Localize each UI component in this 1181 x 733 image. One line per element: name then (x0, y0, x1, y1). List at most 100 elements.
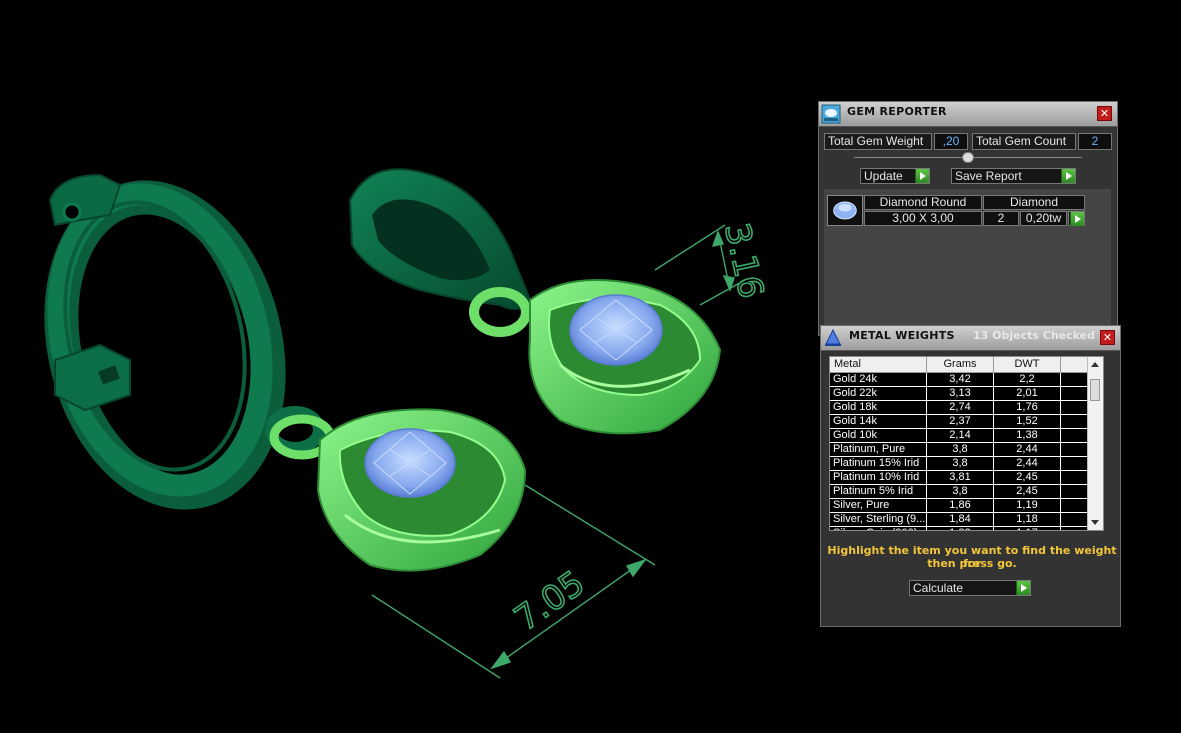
cell-extra (1061, 373, 1088, 386)
table-row[interactable]: Gold 24k 3,42 2,2 (830, 373, 1088, 387)
column-header-dwt[interactable]: DWT (994, 357, 1061, 372)
table-row[interactable]: Platinum 5% Irid 3,8 2,45 (830, 485, 1088, 499)
metal-weights-titlebar[interactable]: METAL WEIGHTS 13 Objects Checked ✕ (821, 326, 1120, 351)
cell-grams: 3,81 (927, 471, 994, 484)
calculate-button[interactable]: Calculate (909, 580, 1031, 596)
cell-grams: 3,13 (927, 387, 994, 400)
gem-material: Diamond (983, 195, 1085, 210)
cell-grams: 3,8 (927, 457, 994, 470)
table-row[interactable]: Gold 18k 2,74 1,76 (830, 401, 1088, 415)
gem-list-item[interactable]: Diamond Round Diamond 3,00 X 3,00 2 0,20… (827, 195, 1097, 228)
table-row[interactable]: Silver, Pure 1,86 1,19 (830, 499, 1088, 513)
cell-metal: Gold 18k (830, 401, 927, 414)
gem-count: 2 (983, 211, 1019, 226)
cell-metal: Platinum 5% Irid (830, 485, 927, 498)
cell-dwt: 1,18 (994, 513, 1061, 526)
gem-reporter-titlebar[interactable]: GEM REPORTER ✕ (819, 102, 1117, 127)
gem-shape: Diamond Round (864, 195, 982, 210)
cell-extra (1061, 457, 1088, 470)
go-arrow-icon (1070, 212, 1084, 226)
diamond-round-icon (827, 195, 863, 226)
cell-extra (1061, 499, 1088, 512)
dimension-height-label: 3.16 (716, 220, 771, 302)
table-header: Metal Grams DWT (830, 357, 1088, 373)
go-arrow-icon (1061, 169, 1075, 183)
cell-dwt: 2,44 (994, 457, 1061, 470)
cell-grams: 1,83 (927, 527, 994, 530)
table-row[interactable]: Gold 10k 2,14 1,38 (830, 429, 1088, 443)
scroll-down-icon[interactable] (1091, 520, 1099, 525)
save-report-button[interactable]: Save Report (951, 168, 1076, 184)
column-header-grams[interactable]: Grams (927, 357, 994, 372)
scroll-thumb[interactable] (1090, 379, 1100, 401)
gem-weight: 0,20tw (1020, 211, 1067, 226)
gem-reporter-title: GEM REPORTER (847, 105, 947, 118)
table-row[interactable]: Platinum, Pure 3,8 2,44 (830, 443, 1088, 457)
column-header-extra (1061, 357, 1088, 372)
column-header-metal[interactable]: Metal (830, 357, 927, 372)
table-row[interactable]: Silver, Coin (900)1,831,17 (830, 527, 1088, 530)
update-button[interactable]: Update (860, 168, 930, 184)
scale-icon (825, 328, 841, 346)
gem-reporter-panel: GEM REPORTER ✕ Total Gem Weight ,20 Tota… (818, 101, 1118, 336)
cell-dwt: 1,76 (994, 401, 1061, 414)
cell-extra (1061, 401, 1088, 414)
cell-dwt: 2,01 (994, 387, 1061, 400)
cell-metal: Platinum 10% Irid (830, 471, 927, 484)
hoop-earring (44, 173, 286, 510)
cell-extra (1061, 415, 1088, 428)
total-gem-weight-value: ,20 (934, 133, 968, 150)
cell-metal: Platinum 15% Irid (830, 457, 927, 470)
table-row[interactable]: Platinum 15% Irid 3,8 2,44 (830, 457, 1088, 471)
upper-pendant (528, 279, 722, 435)
go-arrow-icon (1016, 581, 1030, 595)
table-row[interactable]: Platinum 10% Irid 3,81 2,45 (830, 471, 1088, 485)
table-row[interactable]: Gold 22k 3,13 2,01 (830, 387, 1088, 401)
cell-dwt: 1,17 (994, 527, 1061, 530)
cell-grams: 2,74 (927, 401, 994, 414)
cell-extra (1061, 485, 1088, 498)
calculate-button-label: Calculate (913, 581, 964, 595)
cell-extra (1061, 471, 1088, 484)
close-icon[interactable]: ✕ (1097, 106, 1112, 121)
close-icon[interactable]: ✕ (1100, 330, 1115, 345)
cell-dwt: 1,38 (994, 429, 1061, 442)
cell-grams: 2,14 (927, 429, 994, 442)
cell-grams: 3,42 (927, 373, 994, 386)
save-report-button-label: Save Report (955, 169, 1022, 183)
cell-grams: 1,84 (927, 513, 994, 526)
scroll-up-icon[interactable] (1091, 362, 1099, 367)
gem-report-icon (821, 104, 841, 124)
cell-extra (1061, 429, 1088, 442)
cell-metal: Silver, Sterling (9... (830, 513, 927, 526)
gem-go-button[interactable] (1068, 211, 1085, 226)
cell-extra (1061, 513, 1088, 526)
cell-metal: Silver, Pure (830, 499, 927, 512)
cell-grams: 1,86 (927, 499, 994, 512)
cell-dwt: 1,52 (994, 415, 1061, 428)
cell-extra (1061, 387, 1088, 400)
lower-pendant (316, 408, 527, 572)
table-scrollbar[interactable] (1087, 357, 1103, 530)
cell-extra (1061, 443, 1088, 456)
cell-metal: Platinum, Pure (830, 443, 927, 456)
table-row[interactable]: Silver, Sterling (9... 1,84 1,18 (830, 513, 1088, 527)
cell-dwt: 2,45 (994, 471, 1061, 484)
cell-dwt: 2,2 (994, 373, 1061, 386)
cell-metal: Gold 10k (830, 429, 927, 442)
cell-grams: 3,8 (927, 443, 994, 456)
total-gem-count-label: Total Gem Count (972, 133, 1076, 150)
metal-weights-table[interactable]: Metal Grams DWT Gold 24k 3,42 2,2 Gold 22k 3… (829, 356, 1104, 531)
instruction-line-2: then press go. (927, 557, 1017, 570)
metal-weights-panel: METAL WEIGHTS 13 Objects Checked ✕ Metal… (820, 325, 1121, 627)
report-slider-handle[interactable] (962, 152, 974, 163)
total-gem-count-value: 2 (1078, 133, 1112, 150)
cell-metal: Gold 22k (830, 387, 927, 400)
cell-dwt: 2,45 (994, 485, 1061, 498)
cell-dwt: 1,19 (994, 499, 1061, 512)
update-button-label: Update (864, 169, 903, 183)
table-row[interactable]: Gold 14k 2,37 1,52 (830, 415, 1088, 429)
cell-metal: Silver, Coin (900) (830, 527, 927, 530)
cell-extra (1061, 527, 1088, 530)
cell-grams: 3,8 (927, 485, 994, 498)
